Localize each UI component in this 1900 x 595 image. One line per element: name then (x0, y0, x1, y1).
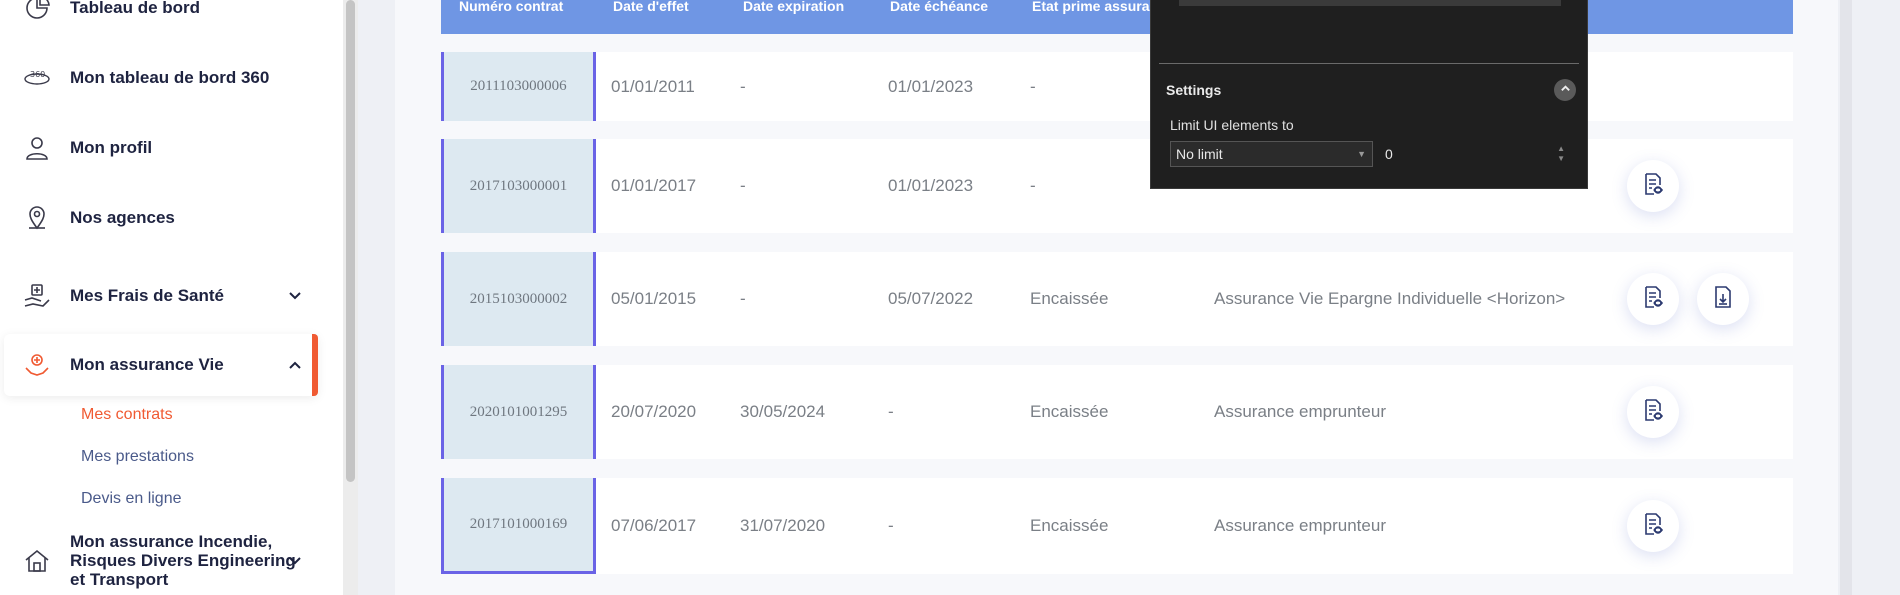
overlay-divider (1159, 63, 1579, 64)
settings-title: Settings (1166, 82, 1222, 98)
date-echeance: - (888, 516, 894, 535)
date-effet: 01/01/2011 (611, 76, 695, 96)
date-expiration: - (740, 176, 746, 195)
sidebar-item-label: Nos agences (70, 208, 175, 227)
sidebar-item-label: Mon assurance Incendie, Risques Divers E… (70, 532, 296, 589)
page-scrollbar[interactable] (1840, 0, 1852, 595)
document-view-icon (1641, 172, 1665, 201)
sidebar-subitem-mes-prestations[interactable]: Mes prestations (81, 448, 194, 466)
product-name: Assurance emprunteur (1214, 516, 1386, 535)
svg-text:360: 360 (30, 70, 45, 79)
date-expiration: 31/07/2020 (740, 516, 826, 535)
map-pin-icon (22, 203, 52, 233)
document-view-icon (1641, 285, 1665, 314)
limit-ui-select[interactable]: No limit ▼ (1170, 141, 1373, 167)
limit-ui-number-input[interactable]: 0 ▲ ▼ (1377, 141, 1573, 167)
view-contract-button[interactable] (1627, 386, 1679, 438)
table-row: 2011103000006 01/01/2011 - 01/01/2023 - (441, 52, 1793, 121)
column-header-etat-prime: Etat prime assura (1032, 0, 1150, 14)
life-insurance-icon (22, 350, 52, 380)
table-row: 2017103000001 01/01/2017 - 01/01/2023 - … (441, 139, 1793, 233)
dropdown-arrow-icon: ▼ (1357, 149, 1366, 159)
contract-number[interactable]: 2017103000001 (441, 139, 596, 233)
etat-prime: Encaissée (1030, 516, 1109, 535)
app-root: Tableau de bord 360 Mon tableau de bord … (0, 0, 1900, 595)
date-effet: 01/01/2017 (611, 176, 697, 195)
date-effet: 20/07/2020 (611, 402, 697, 421)
etat-prime: - (1030, 76, 1036, 96)
chevron-up-icon (1560, 81, 1571, 99)
table-row: 2020101001295 20/07/2020 30/05/2024 - En… (441, 365, 1793, 459)
sidebar-item-label: Mon profil (70, 138, 153, 157)
health-hands-icon (22, 281, 52, 311)
chart-pie-icon (22, 0, 52, 23)
date-effet: 07/06/2017 (611, 516, 697, 535)
date-expiration: - (740, 289, 746, 308)
sidebar-item-label: Tableau de bord (70, 0, 201, 17)
document-view-icon (1641, 512, 1665, 541)
view-contract-button[interactable] (1627, 500, 1679, 552)
column-header-numero: Numéro contrat (459, 0, 564, 14)
sidebar-item-label: Mon tableau de bord 360 (70, 68, 270, 87)
date-echeance: 01/01/2023 (888, 176, 974, 195)
view-contract-button[interactable] (1627, 273, 1679, 325)
date-effet: 05/01/2015 (611, 289, 697, 308)
settings-overlay-panel: Settings Limit UI elements to No limit ▼… (1150, 0, 1588, 189)
view-contract-button[interactable] (1627, 160, 1679, 212)
sidebar-item-label: Mon assurance Vie (70, 355, 224, 374)
home-icon (22, 546, 52, 576)
date-echeance: 01/01/2023 (888, 76, 974, 96)
sidebar-item-profil[interactable]: Mon profil (22, 133, 322, 163)
download-contract-button[interactable] (1697, 273, 1749, 325)
date-echeance: 05/07/2022 (888, 289, 974, 308)
sidebar-item-frais-sante[interactable]: Mes Frais de Santé (22, 281, 322, 311)
etat-prime: Encaissée (1030, 402, 1109, 421)
etat-prime: Encaissée (1030, 289, 1109, 308)
column-header-date-expiration: Date expiration (743, 0, 845, 14)
chevron-up-icon[interactable] (288, 358, 302, 372)
360-icon: 360 (22, 63, 52, 93)
sidebar-item-tableau-de-bord[interactable]: Tableau de bord (22, 0, 322, 23)
collapse-settings-button[interactable] (1554, 79, 1576, 101)
contract-number[interactable]: 2020101001295 (441, 365, 596, 459)
contract-number[interactable]: 2017101000169 (441, 478, 596, 574)
limit-ui-select-value: No limit (1176, 146, 1223, 162)
table-header: Numéro contrat Date d'effet Date expirat… (441, 0, 1793, 34)
product-name: Assurance emprunteur (1214, 402, 1386, 421)
column-header-date-echeance: Date échéance (890, 0, 989, 14)
sidebar-item-tableau-de-bord-360[interactable]: 360 Mon tableau de bord 360 (22, 63, 322, 93)
column-header-date-effet: Date d'effet (613, 0, 689, 14)
user-icon (22, 133, 52, 163)
document-view-icon (1641, 398, 1665, 427)
contract-number[interactable]: 2015103000002 (441, 252, 596, 346)
date-expiration: 30/05/2024 (740, 402, 826, 421)
table-row: 2017101000169 07/06/2017 31/07/2020 - En… (441, 478, 1793, 574)
table-row: 2015103000002 05/01/2015 - 05/07/2022 En… (441, 252, 1793, 346)
sidebar-subitem-devis-en-ligne[interactable]: Devis en ligne (81, 490, 182, 508)
date-expiration: - (740, 76, 746, 96)
limit-ui-number-value: 0 (1385, 146, 1393, 162)
content-gutter (358, 0, 395, 595)
sidebar-item-agences[interactable]: Nos agences (22, 203, 322, 233)
limit-ui-label: Limit UI elements to (1170, 117, 1294, 133)
date-echeance: - (888, 402, 894, 421)
number-spinner-icon[interactable]: ▲ ▼ (1557, 144, 1565, 164)
sidebar-subitem-mes-contrats[interactable]: Mes contrats (81, 406, 173, 424)
product-name: Assurance Vie Epargne Individuelle <Hori… (1214, 289, 1566, 308)
sidebar-scrollbar-thumb[interactable] (346, 0, 355, 482)
sidebar-item-label: Mes Frais de Santé (70, 286, 225, 305)
sidebar-item-assurance-vie[interactable]: Mon assurance Vie (22, 350, 322, 380)
overlay-top-field[interactable] (1179, 0, 1561, 6)
document-download-icon (1711, 285, 1735, 314)
etat-prime: - (1030, 176, 1036, 195)
chevron-down-icon[interactable] (288, 289, 302, 303)
contract-number[interactable]: 2011103000006 (441, 52, 596, 121)
